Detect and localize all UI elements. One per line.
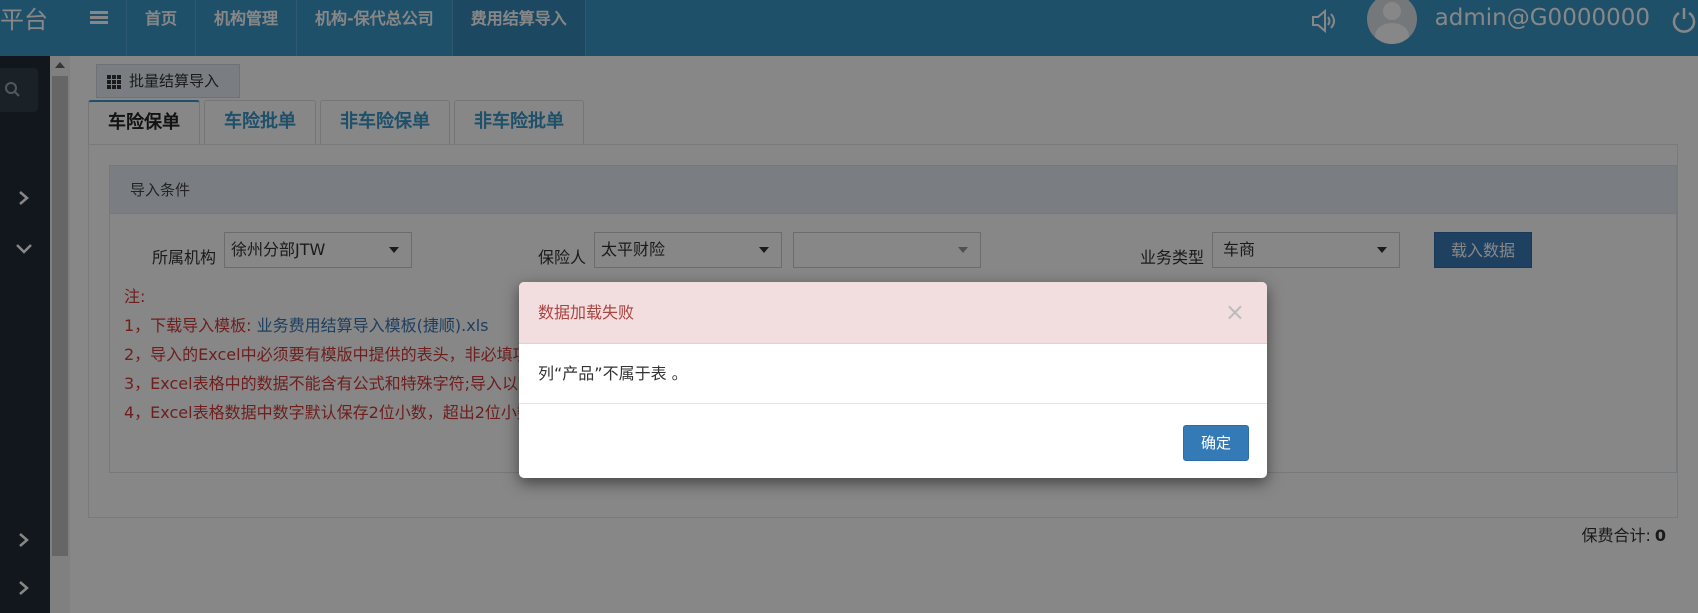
error-dialog: 数据加载失败 × 列“产品”不属于表 。 确定: [519, 282, 1267, 478]
dialog-header: 数据加载失败 ×: [519, 282, 1267, 344]
confirm-button[interactable]: 确定: [1183, 425, 1249, 461]
dialog-title: 数据加载失败: [538, 303, 635, 322]
dialog-message: 列“产品”不属于表 。: [519, 344, 1267, 404]
close-icon[interactable]: ×: [1225, 282, 1245, 342]
